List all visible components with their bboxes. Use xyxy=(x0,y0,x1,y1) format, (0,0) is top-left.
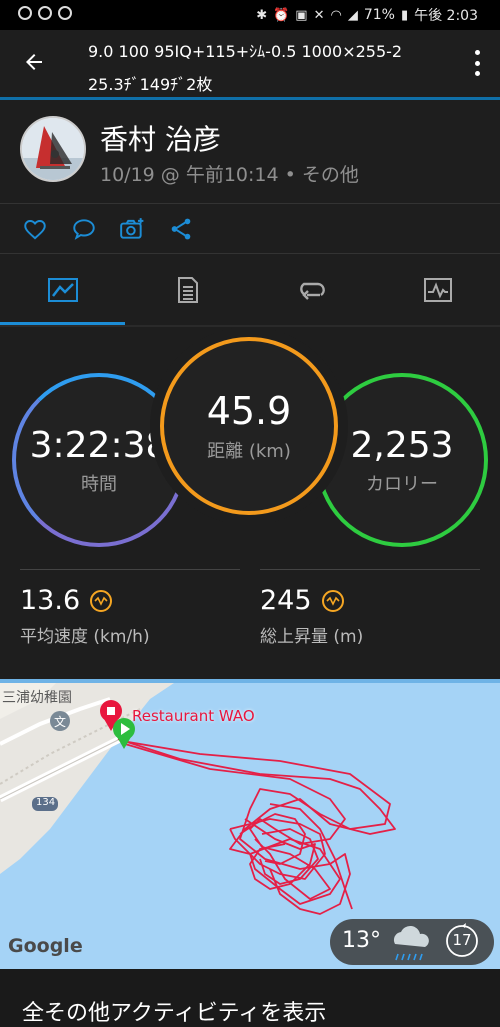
avg-speed-value: 13.6 xyxy=(20,585,81,616)
activity-map[interactable]: 文 三浦幼稚園 Restaurant WAO 134 Google 13° 17 xyxy=(0,679,500,969)
app-bar: 9.0 100 95IQ+115+ｼﾑ-0.5 1000×255-2 25.3ﾁ… xyxy=(0,30,500,97)
elevation-label: 総上昇量 (m) xyxy=(260,627,364,647)
weather-temp: 13° xyxy=(342,928,381,953)
mute-icon: ✕ xyxy=(313,7,325,23)
calories-label: カロリー xyxy=(366,473,438,495)
calories-circle: 2,253 カロリー xyxy=(316,373,488,547)
clock: 午後 2:03 xyxy=(414,8,478,24)
view-all-activities-label: 全その他アクティビティを表示 xyxy=(22,1001,327,1026)
pulse-icon xyxy=(90,589,113,612)
metric-divider-right xyxy=(260,569,480,570)
stats-panel: 3:22:38 時間 2,253 カロリー 45.9 距離 (km) 13.6 … xyxy=(0,327,500,679)
bluetooth-icon: ✱ xyxy=(256,7,268,23)
time-circle: 3:22:38 時間 xyxy=(12,373,186,547)
signal-icon: ◢ xyxy=(347,7,358,23)
activity-title-line2: 25.3ﾁﾞ149ﾁﾞ2枚 xyxy=(88,75,213,94)
more-vert-icon[interactable] xyxy=(474,50,480,76)
tab-details[interactable] xyxy=(125,254,250,325)
tab-laps[interactable] xyxy=(250,254,375,325)
elevation-metric: 245 総上昇量 (m) xyxy=(260,585,363,647)
user-name: 香村 治彦 xyxy=(100,123,221,156)
calories-value: 2,253 xyxy=(350,424,454,466)
restaurant-label[interactable]: Restaurant WAO xyxy=(132,707,255,725)
tab-charts[interactable] xyxy=(375,254,500,325)
google-logo: Google xyxy=(8,935,83,957)
avg-speed-label: 平均速度 (km/h) xyxy=(20,627,150,647)
back-arrow-icon[interactable] xyxy=(22,50,46,79)
activity-meta: 10/19 @ 午前10:14 • その他 xyxy=(100,164,359,186)
activity-tabs xyxy=(0,254,500,325)
rain-cloud-icon xyxy=(392,931,428,961)
laps-icon xyxy=(299,282,325,300)
time-label: 時間 xyxy=(81,473,117,495)
notification-dots xyxy=(18,6,72,20)
view-all-activities[interactable]: 全その他アクティビティを表示 xyxy=(0,969,500,1027)
activity-title-line1: 9.0 100 95IQ+115+ｼﾑ-0.5 1000×255-2 xyxy=(88,42,403,61)
route-134-badge: 134 xyxy=(36,797,56,808)
wind-speed: 17 xyxy=(452,931,472,949)
battery-icon: ▮ xyxy=(400,7,409,23)
tab-map-summary[interactable] xyxy=(0,254,125,325)
nfc-icon: ▣ xyxy=(295,7,308,23)
profile-header: 香村 治彦 10/19 @ 午前10:14 • その他 xyxy=(0,100,500,204)
action-bar xyxy=(0,204,500,254)
status-right: ✱ ⏰ ▣ ✕ ◠ ◢ 71% ▮ 午後 2:03 xyxy=(256,5,478,25)
heart-icon[interactable] xyxy=(22,216,48,242)
place-label-kindergarten: 三浦幼稚園 xyxy=(2,690,72,706)
elevation-value: 245 xyxy=(260,585,312,616)
time-value: 3:22:38 xyxy=(29,424,169,466)
svg-text:文: 文 xyxy=(54,714,66,729)
wifi-icon: ◠ xyxy=(330,7,342,23)
alarm-icon: ⏰ xyxy=(273,7,290,23)
pulse-icon xyxy=(321,589,344,612)
avatar[interactable] xyxy=(20,116,86,182)
map-summary-icon xyxy=(47,277,78,302)
distance-value: 45.9 xyxy=(206,389,292,433)
metric-divider-left xyxy=(20,569,240,570)
distance-label: 距離 (km) xyxy=(207,441,291,462)
distance-circle: 45.9 距離 (km) xyxy=(160,337,338,515)
add-photo-icon[interactable] xyxy=(119,216,145,242)
status-bar: ✱ ⏰ ▣ ✕ ◠ ◢ 71% ▮ 午後 2:03 xyxy=(0,0,500,30)
battery-percent: 71% xyxy=(363,7,395,23)
comment-icon[interactable] xyxy=(71,216,97,242)
avg-speed-metric: 13.6 平均速度 (km/h) xyxy=(20,585,150,647)
map-top-border xyxy=(0,679,500,683)
details-icon xyxy=(177,276,198,303)
charts-icon xyxy=(423,277,452,302)
share-icon[interactable] xyxy=(168,216,194,242)
